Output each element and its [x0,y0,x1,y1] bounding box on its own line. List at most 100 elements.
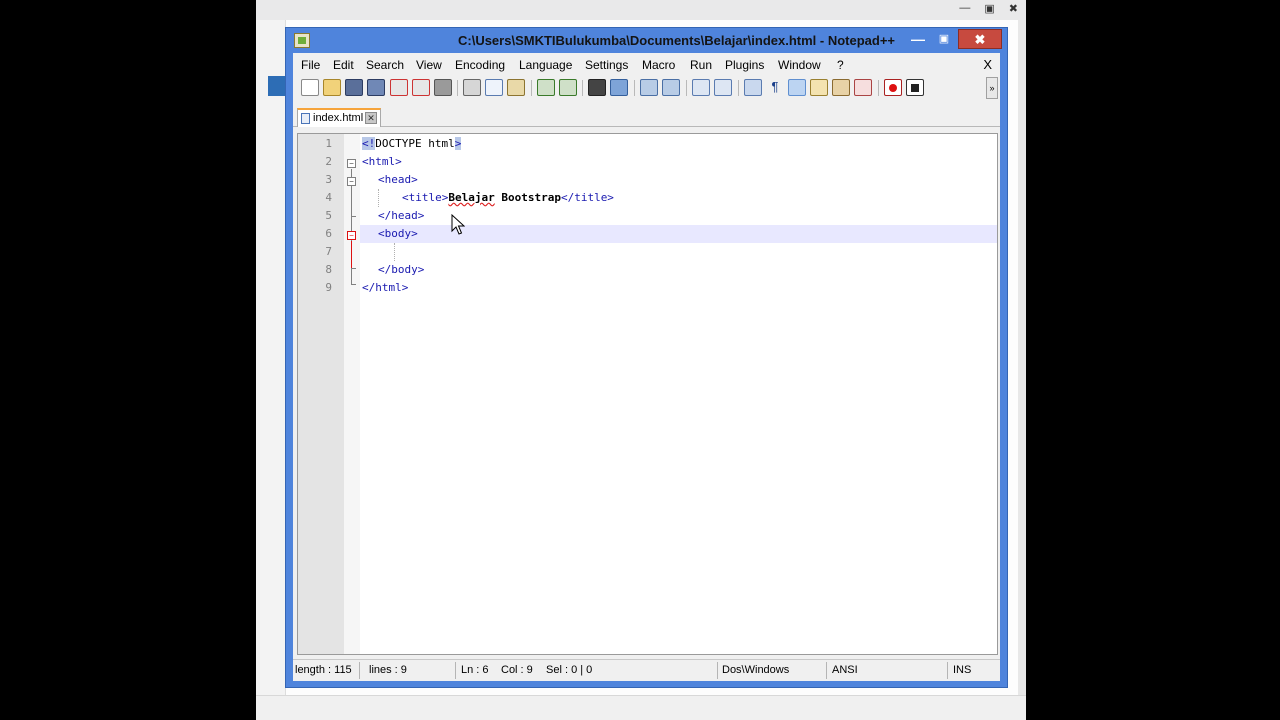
doctype-close: > [454,137,462,150]
line-number: 1 [325,137,332,150]
toolbar-overflow-button[interactable]: » [986,77,998,99]
menubar: File Edit Search View Encoding Language … [293,53,1000,75]
stop-macro-icon[interactable] [906,79,924,96]
fold-margin[interactable] [344,134,360,654]
menu-search[interactable]: Search [366,58,404,72]
find-icon[interactable] [588,79,606,96]
toolbar-separator [878,80,879,96]
close-document-button[interactable]: X [983,57,992,72]
window-title: C:\Users\SMKTIBulukumba\Documents\Belaja… [457,33,896,48]
minimize-button[interactable]: — [906,31,930,49]
print-icon[interactable] [434,79,452,96]
fold-end-tick [351,268,356,269]
sync-horizontal-icon[interactable] [714,79,732,96]
menu-file[interactable]: File [301,58,320,72]
zoom-out-icon[interactable] [662,79,680,96]
menu-help[interactable]: ? [837,58,844,72]
line-number: 8 [325,263,332,276]
save-icon[interactable] [345,79,363,96]
record-macro-icon[interactable] [884,79,902,96]
background-maximize-button[interactable]: ▣ [984,2,994,15]
code-line-9: </html> [362,281,409,294]
cut-icon[interactable] [463,79,481,96]
status-insert-mode[interactable]: INS [953,664,971,676]
undo-icon[interactable] [537,79,555,96]
background-footer [256,695,1026,720]
code-line-4: <title>Belajar Bootstrap</title> [402,191,614,204]
background-window-controls: — ▣ ✖ [959,2,1018,15]
title-open-tag: <title> [402,191,449,204]
tab-index-html[interactable]: index.html ✕ [297,108,381,127]
new-file-icon[interactable] [301,79,319,96]
function-list-icon[interactable] [854,79,872,96]
indent-guide [378,189,379,207]
fold-end-tick [351,216,356,217]
status-eol[interactable]: Dos\Windows [722,664,789,676]
show-all-chars-icon[interactable]: ¶ [766,79,784,96]
close-button[interactable]: ✖ [958,29,1002,49]
indent-guide [394,243,395,261]
toolbar-separator [582,80,583,96]
indent-guide-icon[interactable] [788,79,806,96]
open-file-icon[interactable] [323,79,341,96]
record-dot-icon [889,84,897,92]
menu-encoding[interactable]: Encoding [455,58,505,72]
tab-close-icon[interactable]: ✕ [365,112,377,124]
titlebar[interactable]: C:\Users\SMKTIBulukumba\Documents\Belaja… [286,28,1007,53]
menu-macro[interactable]: Macro [642,58,675,72]
zoom-in-icon[interactable] [640,79,658,96]
status-ln: Ln : 6 [461,664,489,676]
code-line-5: </head> [378,209,425,222]
doctype-open: <! [362,137,376,150]
toolbar-separator [738,80,739,96]
menu-run[interactable]: Run [690,58,712,72]
status-length: length : 115 [295,664,352,676]
background-close-button[interactable]: ✖ [1009,2,1018,15]
doc-map-icon[interactable] [832,79,850,96]
replace-icon[interactable] [610,79,628,96]
background-scrollbar[interactable] [1018,20,1026,695]
toolbar: ¶ » [293,76,1000,100]
notepadpp-window: C:\Users\SMKTIBulukumba\Documents\Belaja… [285,27,1008,688]
close-icon[interactable] [390,79,408,96]
statusbar: length : 115 lines : 9 Ln : 6 Col : 9 Se… [293,659,1000,681]
editor[interactable]: 1 2 3 4 5 6 7 8 9 − − − <!DOCTYPE html> … [297,133,998,655]
toolbar-separator [686,80,687,96]
line-number: 9 [325,281,332,294]
tabbar: index.html ✕ [293,105,1000,127]
title-text-rest: Bootstrap [494,191,561,204]
status-col: Col : 9 [501,664,533,676]
toolbar-separator [531,80,532,96]
maximize-button[interactable]: ▣ [932,31,956,49]
udl-icon[interactable] [810,79,828,96]
line-number-gutter[interactable]: 1 2 3 4 5 6 7 8 9 [298,134,344,654]
close-all-icon[interactable] [412,79,430,96]
line-number: 7 [325,245,332,258]
file-icon [301,113,310,124]
redo-icon[interactable] [559,79,577,96]
menu-plugins[interactable]: Plugins [725,58,764,72]
menu-settings[interactable]: Settings [585,58,628,72]
fold-toggle-head[interactable]: − [347,177,356,186]
status-divider [359,662,360,679]
paste-icon[interactable] [507,79,525,96]
fold-toggle-html[interactable]: − [347,159,356,168]
menu-language[interactable]: Language [519,58,572,72]
save-all-icon[interactable] [367,79,385,96]
menu-window[interactable]: Window [778,58,821,72]
code-area[interactable]: <!DOCTYPE html> <html> <head> <title>Bel… [360,134,997,654]
copy-icon[interactable] [485,79,503,96]
client-area: File Edit Search View Encoding Language … [293,53,1000,681]
menu-view[interactable]: View [416,58,442,72]
status-divider [455,662,456,679]
code-line-6: <body> [378,227,418,240]
sync-vertical-icon[interactable] [692,79,710,96]
title-close-tag: </title> [560,191,614,204]
status-divider [717,662,718,679]
word-wrap-icon[interactable] [744,79,762,96]
toolbar-separator [634,80,635,96]
fold-toggle-body[interactable]: − [347,231,356,240]
menu-edit[interactable]: Edit [333,58,354,72]
status-encoding[interactable]: ANSI [832,664,858,676]
background-minimize-button[interactable]: — [959,2,970,15]
